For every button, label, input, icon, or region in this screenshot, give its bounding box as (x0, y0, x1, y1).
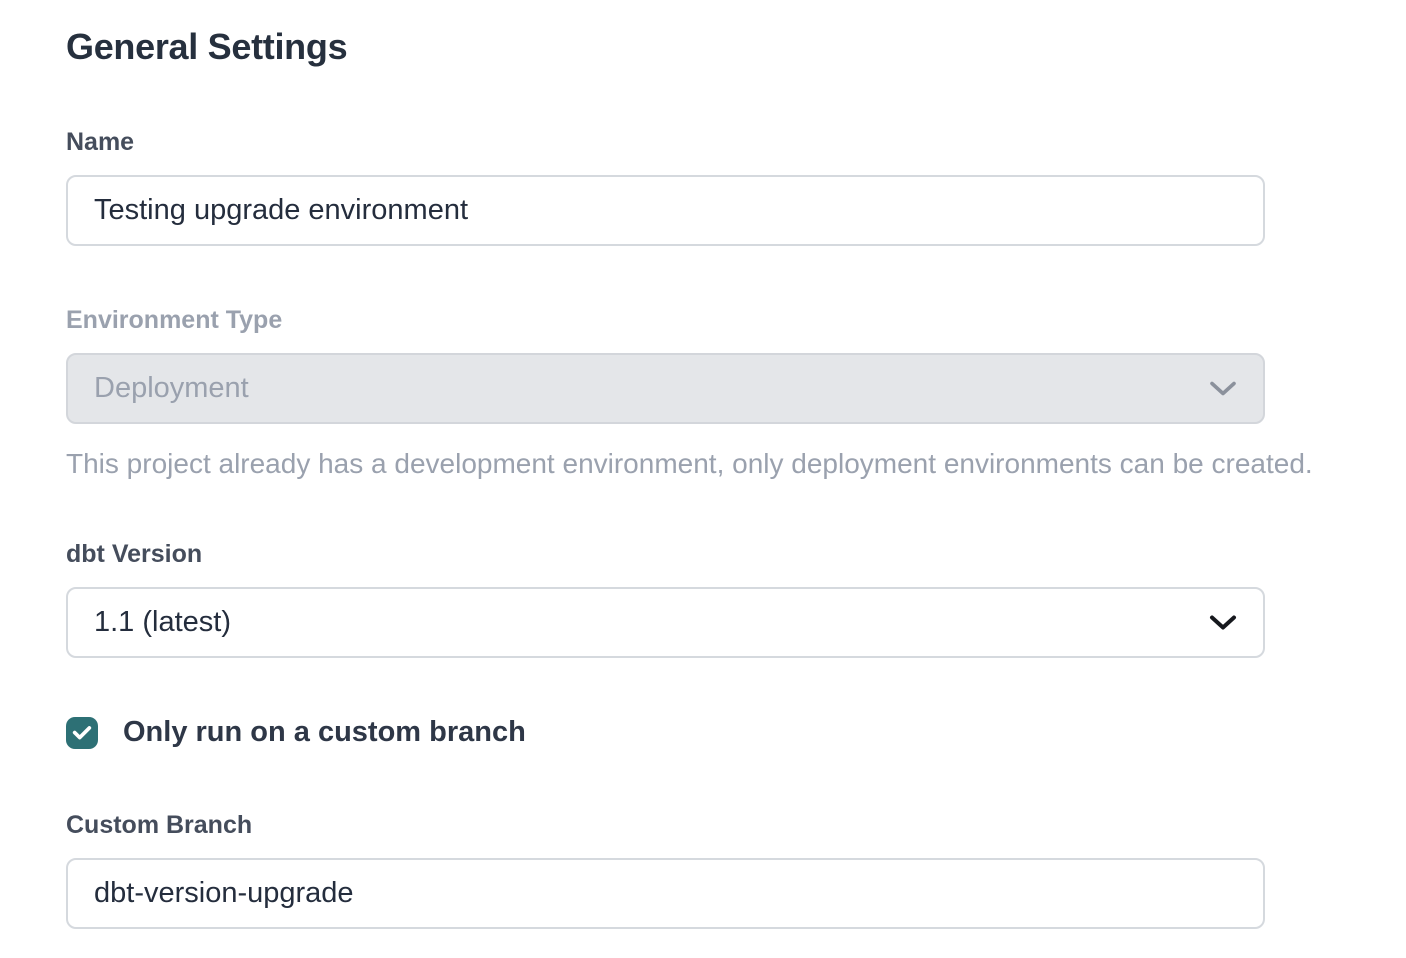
environment-type-field-group: Environment Type Deployment This project… (66, 306, 1340, 480)
custom-branch-checkbox-label: Only run on a custom branch (123, 716, 526, 749)
name-label: Name (66, 128, 1340, 157)
custom-branch-field-group: Custom Branch (66, 811, 1340, 929)
general-settings-page: General Settings Name Environment Type D… (0, 0, 1406, 929)
environment-type-value: Deployment (94, 372, 1193, 405)
environment-type-select: Deployment (66, 353, 1265, 424)
environment-type-helper: This project already has a development e… (66, 448, 1340, 480)
page-title: General Settings (66, 26, 1340, 68)
custom-branch-checkbox-row: Only run on a custom branch (66, 716, 1340, 749)
check-icon (71, 722, 93, 744)
dbt-version-value: 1.1 (latest) (94, 606, 1193, 639)
chevron-down-icon (1209, 380, 1237, 398)
name-field-group: Name (66, 128, 1340, 246)
dbt-version-field-group: dbt Version 1.1 (latest) (66, 540, 1340, 658)
dbt-version-label: dbt Version (66, 540, 1340, 569)
custom-branch-checkbox[interactable] (66, 717, 98, 749)
name-input[interactable] (66, 175, 1265, 246)
dbt-version-select[interactable]: 1.1 (latest) (66, 587, 1265, 658)
custom-branch-label: Custom Branch (66, 811, 1340, 840)
environment-type-label: Environment Type (66, 306, 1340, 335)
custom-branch-input[interactable] (66, 858, 1265, 929)
chevron-down-icon (1209, 614, 1237, 632)
